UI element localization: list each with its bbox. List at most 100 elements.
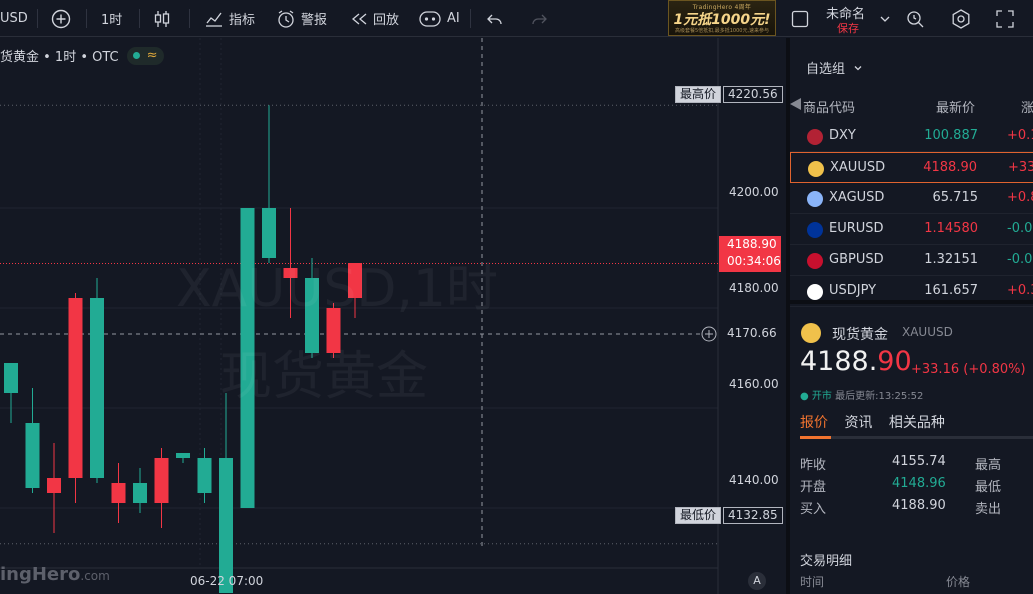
watchlist-row[interactable]: EURUSD 1.14580 -0.001 [790, 214, 1033, 245]
toolbar-divider [37, 9, 38, 28]
candle-body[interactable] [68, 298, 83, 478]
promo-banner[interactable]: TradingHero 4周年 1元抵1000元! 高级套餐5倍抵扣,最多抵10… [668, 0, 776, 36]
quote-value: 4148.96 [892, 476, 946, 491]
watchlist-change: +0.8 [1007, 190, 1033, 205]
right-panel: 自选组 商品代码 最新价 涨 DXY 100.887 +0.1 XAUUSD 4188.… [786, 38, 1033, 594]
market-status-pill[interactable]: ≈ [126, 46, 164, 65]
quote-label: 开盘 [800, 480, 827, 495]
candle-body[interactable] [176, 453, 190, 458]
watchlist-change: +0.1 [1007, 128, 1033, 143]
market-open-dot-icon [132, 52, 140, 59]
watchlist-row[interactable]: GBPUSD 1.32151 -0.001 [790, 245, 1033, 276]
price-tick: 4200.00 [729, 185, 779, 199]
ai-button[interactable]: AI [418, 0, 460, 37]
watchlist-header-symbol[interactable]: 商品代码 [803, 97, 855, 116]
top-toolbar: USD 1时 指标 警报 回放 AI TradingHero 4周年 1元抵10… [0, 0, 1033, 37]
replay-label: 回放 [373, 13, 400, 28]
layout-menu-button[interactable] [879, 0, 891, 37]
quote-label-right: 卖出 [975, 502, 1002, 517]
last-update-time: 最后更新:13:25:52 [835, 391, 924, 402]
candle-body[interactable] [4, 363, 18, 393]
candle-body[interactable] [133, 483, 147, 503]
detail-price-int: 4188. [800, 346, 878, 377]
indicators-chart-icon [206, 12, 222, 27]
compare-button[interactable] [51, 0, 71, 37]
candle-body[interactable] [25, 423, 40, 488]
interval-label: 1时 [101, 13, 123, 28]
watchlist-row[interactable]: XAUUSD 4188.90 +33. [790, 152, 1033, 183]
layout-save-status[interactable]: 保存 [837, 20, 859, 36]
gold-coin-icon [801, 323, 821, 343]
watchlist-symbol: XAUUSD [830, 160, 886, 175]
crosshair-price-tag: 4170.66 [719, 325, 781, 342]
candlestick-icon [154, 10, 170, 27]
watchlist-title-text: 自选组 [806, 62, 846, 77]
detail-price: 4188.90 [800, 346, 912, 377]
toolbar-divider [470, 9, 471, 28]
trades-header-price: 价格 [946, 575, 971, 589]
settings-button[interactable] [950, 0, 972, 37]
quote-value: 4155.74 [892, 454, 946, 469]
panel-divider[interactable] [790, 300, 1033, 304]
symbol-flag-icon [807, 129, 823, 145]
watchlist-row[interactable]: DXY 100.887 +0.1 [790, 121, 1033, 152]
fullscreen-button[interactable] [996, 0, 1014, 37]
watchlist-symbol: EURUSD [829, 221, 884, 236]
column-sort-icon[interactable] [790, 98, 801, 110]
detail-tabs: 报价 资讯 相关品种 [800, 412, 957, 432]
chart-type-button[interactable] [153, 0, 171, 37]
undo-button[interactable] [486, 0, 504, 37]
low-price-value: 4132.85 [723, 507, 783, 524]
search-zoom-icon [907, 10, 924, 27]
last-price-value: 4188.90 [727, 237, 777, 251]
quote-label-right: 最高 [975, 458, 1002, 473]
candle-body[interactable] [154, 458, 169, 503]
symbol-search-button[interactable]: USD [0, 0, 28, 37]
market-open-status: ● 开市 [800, 391, 832, 402]
quote-label: 昨收 [800, 458, 827, 473]
layout-select-button[interactable] [790, 0, 810, 37]
symbol-flag-icon [807, 191, 823, 207]
candle-body[interactable] [90, 298, 104, 478]
watchlist-header-change[interactable]: 涨 [1021, 97, 1033, 116]
indicators-button[interactable]: 指标 [204, 0, 255, 37]
candle-body[interactable] [197, 458, 212, 493]
chart-pane[interactable]: XAUUSD,1时 现货黄金 货黄金 • 1时 • OTC ≈ 最高价 4220… [0, 38, 783, 594]
watchlist-title[interactable]: 自选组 [806, 58, 863, 77]
fullscreen-icon [996, 9, 1014, 28]
tab-news[interactable]: 资讯 [844, 415, 872, 431]
undo-icon [487, 14, 502, 24]
tab-quote[interactable]: 报价 [800, 415, 828, 431]
candle-body[interactable] [47, 478, 61, 493]
chevron-down-icon [854, 66, 862, 71]
watchlist-price: 4188.90 [923, 160, 977, 175]
alert-button[interactable]: 警报 [276, 0, 327, 37]
trades-title: 交易明细 [800, 554, 853, 569]
watchlist-row[interactable]: XAGUSD 65.715 +0.8 [790, 183, 1033, 214]
watchlist-price: 65.715 [932, 190, 979, 205]
watermark-symbol: XAUUSD,1时 [176, 259, 498, 319]
banner-main-text: 1元抵1000元! [673, 12, 771, 28]
auto-scale-button[interactable]: A [748, 572, 766, 590]
tab-indicator [800, 436, 831, 439]
watchlist-change: +0.3 [1007, 283, 1033, 298]
watermark-name: 现货黄金 [220, 347, 429, 407]
quote-value: 4188.90 [892, 498, 946, 513]
ai-label: AI [447, 11, 460, 26]
low-price-label: 最低价 [675, 507, 722, 524]
candle-body[interactable] [111, 483, 126, 503]
watchlist-header-price[interactable]: 最新价 [936, 97, 975, 116]
redo-button[interactable] [530, 0, 548, 37]
candle-body[interactable] [219, 458, 233, 593]
interval-button[interactable]: 1时 [101, 0, 122, 37]
square-layout-icon [791, 10, 809, 27]
tab-related[interactable]: 相关品种 [889, 415, 945, 431]
chart-legend[interactable]: 货黄金 • 1时 • OTC ≈ [0, 46, 164, 65]
replay-button[interactable]: 回放 [350, 0, 399, 37]
brand-watermark-name: ingHero [0, 564, 81, 585]
quick-search-button[interactable] [905, 0, 927, 37]
watchlist-price: 1.14580 [924, 221, 978, 236]
bar-countdown: 00:34:06 [727, 254, 781, 268]
banner-sub-text: 高级套餐5倍抵扣,最多抵1000元,速来参与 [674, 28, 770, 34]
rewind-icon [351, 13, 367, 24]
